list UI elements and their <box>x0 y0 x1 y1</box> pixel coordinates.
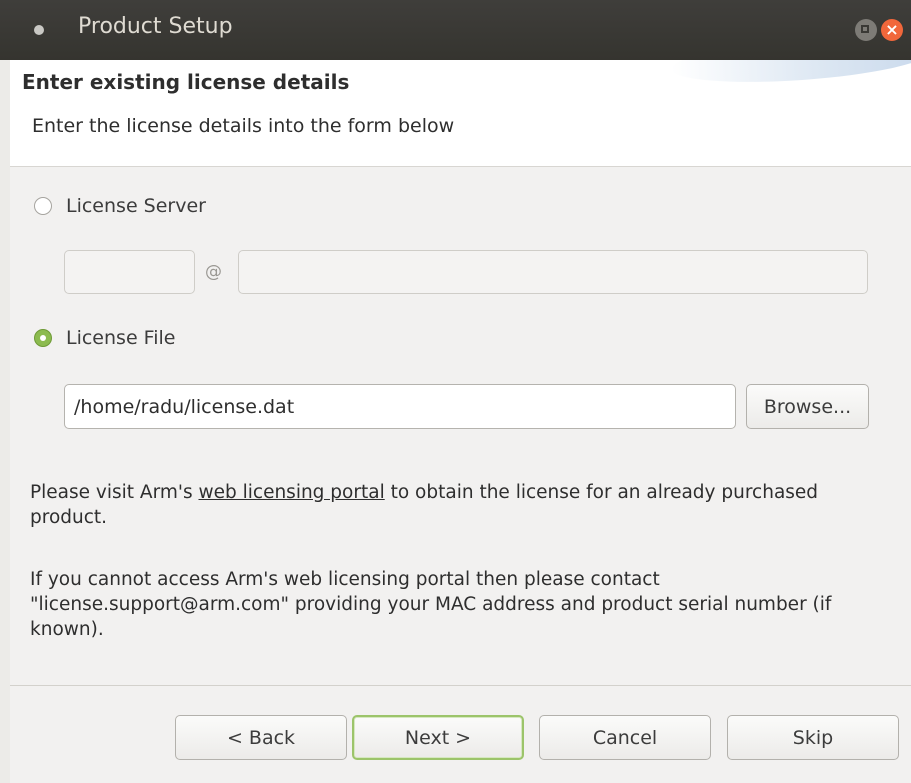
maximize-icon[interactable] <box>855 19 877 41</box>
back-button[interactable]: < Back <box>175 715 347 760</box>
license-server-radio[interactable] <box>34 197 52 215</box>
license-host-input[interactable] <box>239 251 867 293</box>
next-button[interactable]: Next > <box>352 715 524 760</box>
license-file-path-input[interactable] <box>65 385 735 428</box>
button-separator <box>10 685 911 686</box>
license-file-path-field[interactable] <box>64 384 736 429</box>
cancel-button[interactable]: Cancel <box>539 715 711 760</box>
license-file-option[interactable]: License File <box>34 327 175 349</box>
page-subtitle: Enter the license details into the form … <box>32 115 455 137</box>
license-server-option[interactable]: License Server <box>34 195 206 217</box>
window-border <box>0 60 10 783</box>
at-separator: @ <box>205 262 222 282</box>
window-title: Product Setup <box>78 14 233 39</box>
page-title: Enter existing license details <box>22 70 350 94</box>
license-port-field[interactable] <box>64 250 195 294</box>
portal-info-prefix: Please visit Arm's <box>30 482 199 503</box>
license-file-label: License File <box>66 327 176 349</box>
skip-button[interactable]: Skip <box>727 715 899 760</box>
license-server-label: License Server <box>66 195 206 217</box>
title-bar: Product Setup × <box>0 0 911 60</box>
browse-button[interactable]: Browse... <box>746 384 869 429</box>
header-decoration <box>669 60 911 90</box>
window-menu-icon[interactable] <box>34 25 44 35</box>
license-port-input[interactable] <box>65 251 194 293</box>
support-contact-text: If you cannot access Arm's web licensing… <box>30 569 832 640</box>
license-host-field[interactable] <box>238 250 868 294</box>
portal-info-text: Please visit Arm's web licensing portal … <box>30 480 880 530</box>
close-icon[interactable]: × <box>881 19 903 41</box>
license-file-radio[interactable] <box>34 329 52 347</box>
wizard-header: Enter existing license details Enter the… <box>10 60 911 167</box>
web-licensing-portal-link[interactable]: web licensing portal <box>198 482 384 503</box>
